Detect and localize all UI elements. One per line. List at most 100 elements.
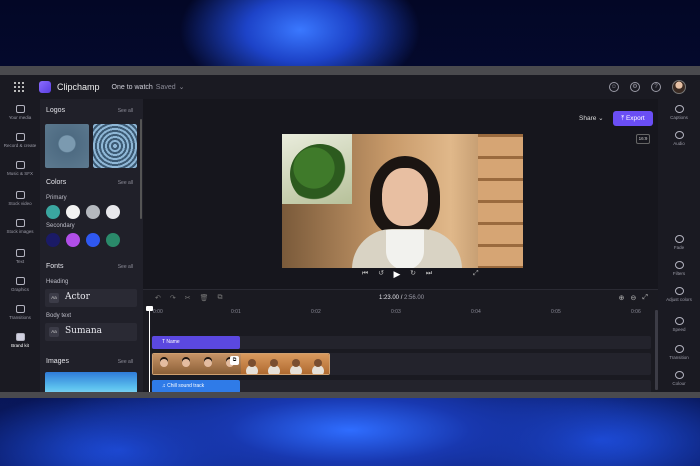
film-icon xyxy=(15,191,25,199)
rewind-5s-icon[interactable]: ↺ xyxy=(377,270,385,278)
body-text-label: Body text xyxy=(46,313,72,319)
project-title[interactable]: One to watch xyxy=(112,84,153,91)
primary-swatch[interactable] xyxy=(46,205,60,219)
ruler-tick: 0:02 xyxy=(311,309,321,315)
colour-icon xyxy=(674,371,684,379)
captions-icon xyxy=(674,105,684,113)
rail-item-stock-images[interactable]: Stock images xyxy=(0,219,40,234)
timeline-horizontal-scrollbar[interactable] xyxy=(151,395,261,397)
zoom-in-icon[interactable]: ⊕ xyxy=(619,294,625,302)
ruler-tick: 0:00 xyxy=(153,309,163,315)
primary-swatch[interactable] xyxy=(66,205,80,219)
images-see-all[interactable]: See all xyxy=(118,359,133,365)
skip-back-icon[interactable]: ⏮ xyxy=(361,270,369,278)
duplicate-icon[interactable]: ⧉ xyxy=(218,294,223,302)
aspect-ratio-button[interactable]: 16:9 xyxy=(636,134,650,144)
rail-item-transitions[interactable]: Transitions xyxy=(0,305,40,320)
rail-item-transition[interactable]: Transition xyxy=(658,345,700,360)
logo-thumbnail[interactable] xyxy=(45,124,89,168)
skip-forward-icon[interactable]: ⏭ xyxy=(425,270,433,278)
panel-scrollbar[interactable] xyxy=(140,119,142,219)
rail-item-colour[interactable]: Colour xyxy=(658,371,700,386)
secondary-swatch[interactable] xyxy=(66,233,80,247)
primary-swatch[interactable] xyxy=(86,205,100,219)
logo-thumbnail[interactable] xyxy=(93,124,137,168)
clipchamp-window: Clipchamp One to watch Saved ⌄ ☺ ⚙ ? You… xyxy=(0,66,700,398)
app-launcher-icon[interactable] xyxy=(14,82,24,92)
fit-icon[interactable]: ⤢ xyxy=(642,294,648,302)
preview-area: Share ⌄ ⤒ Export 16:9 ⏮ ↺ ▶ ↻ ⏭ ⤢ xyxy=(143,99,658,289)
ruler-tick: 0:05 xyxy=(551,309,561,315)
fullscreen-icon[interactable]: ⤢ xyxy=(473,270,479,278)
audio-clip[interactable]: ♫ Chill sound track xyxy=(152,380,240,392)
timeline-vertical-scrollbar[interactable] xyxy=(655,310,658,390)
text-clip[interactable]: T Name xyxy=(152,336,240,349)
export-button[interactable]: ⤒ Export xyxy=(613,111,653,126)
zoom-out-icon[interactable]: ⊖ xyxy=(631,294,637,302)
top-bar: Clipchamp One to watch Saved ⌄ ☺ ⚙ ? xyxy=(0,75,700,99)
left-rail: Your media Record & create Music & SFX S… xyxy=(0,99,40,392)
primary-label: Primary xyxy=(46,195,67,201)
rail-item-speed[interactable]: Speed xyxy=(658,317,700,332)
audio-icon xyxy=(674,131,684,139)
brand-kit-panel: Logos See all Colors See all Primary Sec… xyxy=(40,99,143,392)
rail-item-audio[interactable]: Audio xyxy=(658,131,700,146)
undo-icon[interactable]: ↶ xyxy=(155,294,161,302)
primary-swatch[interactable] xyxy=(106,205,120,219)
transition-marker-icon[interactable]: ⧉ xyxy=(230,356,239,365)
fonts-see-all[interactable]: See all xyxy=(118,264,133,270)
share-button[interactable]: Share ⌄ xyxy=(573,111,610,126)
heading-font-row[interactable]: Aa Actor xyxy=(45,289,137,307)
heading-font-name: Actor xyxy=(65,292,90,302)
rail-item-filters[interactable]: Filters xyxy=(658,261,700,276)
logos-see-all[interactable]: See all xyxy=(118,108,133,114)
timeline: ↶ ↷ ✂ 🗑 ⧉ 1:23.00 / 2:56.00 ⊕ ⊖ ⤢ 0:00 0… xyxy=(143,289,658,397)
folder-icon xyxy=(15,105,25,113)
secondary-swatch[interactable] xyxy=(86,233,100,247)
delete-icon[interactable]: 🗑 xyxy=(200,294,209,302)
playhead[interactable] xyxy=(146,306,153,392)
chevron-down-icon[interactable]: ⌄ xyxy=(179,83,185,91)
forward-5s-icon[interactable]: ↻ xyxy=(409,270,417,278)
rail-item-graphics[interactable]: Graphics xyxy=(0,277,40,292)
fade-icon xyxy=(674,235,684,243)
smile-icon[interactable]: ☺ xyxy=(609,82,619,92)
brand-image-thumbnail[interactable] xyxy=(45,372,137,392)
rail-item-text[interactable]: Text xyxy=(0,249,40,264)
images-title: Images xyxy=(46,358,69,365)
secondary-swatch[interactable] xyxy=(46,233,60,247)
clipchamp-logo xyxy=(39,81,51,93)
gear-icon[interactable]: ⚙ xyxy=(630,82,640,92)
rail-item-stock-video[interactable]: Stock video xyxy=(0,191,40,206)
avatar[interactable] xyxy=(672,80,686,94)
rail-item-music-sfx[interactable]: Music & SFX xyxy=(0,161,40,176)
redo-icon[interactable]: ↷ xyxy=(170,294,176,302)
colors-title: Colors xyxy=(46,179,67,186)
rail-item-brand-kit[interactable]: Brand kit xyxy=(0,333,40,348)
rail-item-fade[interactable]: Fade xyxy=(658,235,700,250)
music-icon xyxy=(15,161,25,169)
secondary-swatch[interactable] xyxy=(106,233,120,247)
logos-title: Logos xyxy=(46,107,66,114)
body-font-name: Sumana xyxy=(65,326,103,336)
fonts-title: Fonts xyxy=(46,263,64,270)
play-icon[interactable]: ▶ xyxy=(393,270,401,279)
video-clip[interactable] xyxy=(152,353,330,375)
ruler-tick: 0:06 xyxy=(631,309,641,315)
camera-icon xyxy=(15,133,25,141)
shapes-icon xyxy=(15,277,25,285)
help-icon[interactable]: ? xyxy=(651,82,661,92)
transition-icon xyxy=(674,345,684,353)
playback-controls: ⏮ ↺ ▶ ↻ ⏭ xyxy=(361,270,433,279)
rail-item-record-create[interactable]: Record & create xyxy=(0,133,40,148)
secondary-label: Secondary xyxy=(46,223,75,229)
video-preview[interactable] xyxy=(282,134,523,268)
rail-item-your-media[interactable]: Your media xyxy=(0,105,40,120)
timeline-tools: ↶ ↷ ✂ 🗑 ⧉ xyxy=(155,294,223,302)
rail-item-adjust-colors[interactable]: Adjust colors xyxy=(658,287,700,302)
rail-item-captions[interactable]: Captions xyxy=(658,105,700,120)
body-font-row[interactable]: Aa Sumana xyxy=(45,323,137,341)
font-badge: Aa xyxy=(49,293,59,303)
colors-see-all[interactable]: See all xyxy=(118,180,133,186)
split-icon[interactable]: ✂ xyxy=(185,294,191,302)
